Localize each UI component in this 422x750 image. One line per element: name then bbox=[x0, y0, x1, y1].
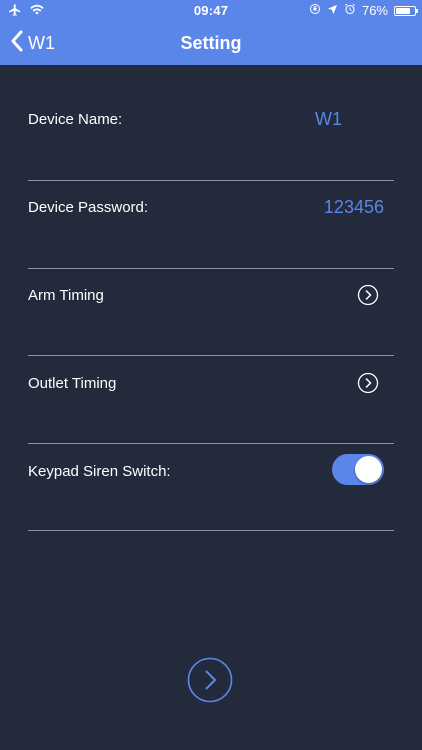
status-right: 76% bbox=[309, 3, 418, 18]
battery-fill bbox=[396, 7, 410, 14]
next-button[interactable] bbox=[187, 657, 233, 703]
device-name-row[interactable]: Device Name: W1 bbox=[28, 93, 394, 181]
page-title: Setting bbox=[180, 33, 242, 53]
status-bar: 09:47 76% bbox=[0, 0, 422, 22]
device-name-label: Device Name: bbox=[28, 111, 123, 128]
arm-timing-row[interactable]: Arm Timing bbox=[28, 268, 394, 356]
arm-timing-chevron-icon[interactable] bbox=[357, 284, 379, 306]
arm-timing-label: Arm Timing bbox=[28, 287, 104, 304]
nav-bar: W1 Setting bbox=[0, 22, 422, 65]
back-button[interactable]: W1 bbox=[10, 22, 55, 65]
keypad-siren-label: Keypad Siren Switch: bbox=[28, 463, 171, 480]
location-arrow-icon bbox=[327, 3, 338, 18]
back-label: W1 bbox=[28, 33, 55, 53]
battery-percent: 76% bbox=[361, 3, 388, 18]
toggle-knob bbox=[355, 456, 382, 483]
outlet-timing-row[interactable]: Outlet Timing bbox=[28, 356, 394, 444]
battery-icon bbox=[394, 5, 418, 16]
device-password-label: Device Password: bbox=[28, 199, 149, 216]
device-password-row[interactable]: Device Password: 123456 bbox=[28, 181, 394, 269]
orientation-lock-icon bbox=[309, 3, 321, 18]
outlet-timing-label: Outlet Timing bbox=[28, 375, 117, 392]
chevron-left-icon bbox=[10, 30, 24, 57]
keypad-siren-row: Keypad Siren Switch: bbox=[28, 443, 394, 531]
alarm-clock-icon bbox=[344, 3, 356, 18]
device-name-value[interactable]: W1 bbox=[315, 109, 342, 130]
device-password-value[interactable]: 123456 bbox=[324, 197, 384, 218]
keypad-siren-toggle[interactable] bbox=[332, 454, 384, 485]
outlet-timing-chevron-icon[interactable] bbox=[357, 372, 379, 394]
